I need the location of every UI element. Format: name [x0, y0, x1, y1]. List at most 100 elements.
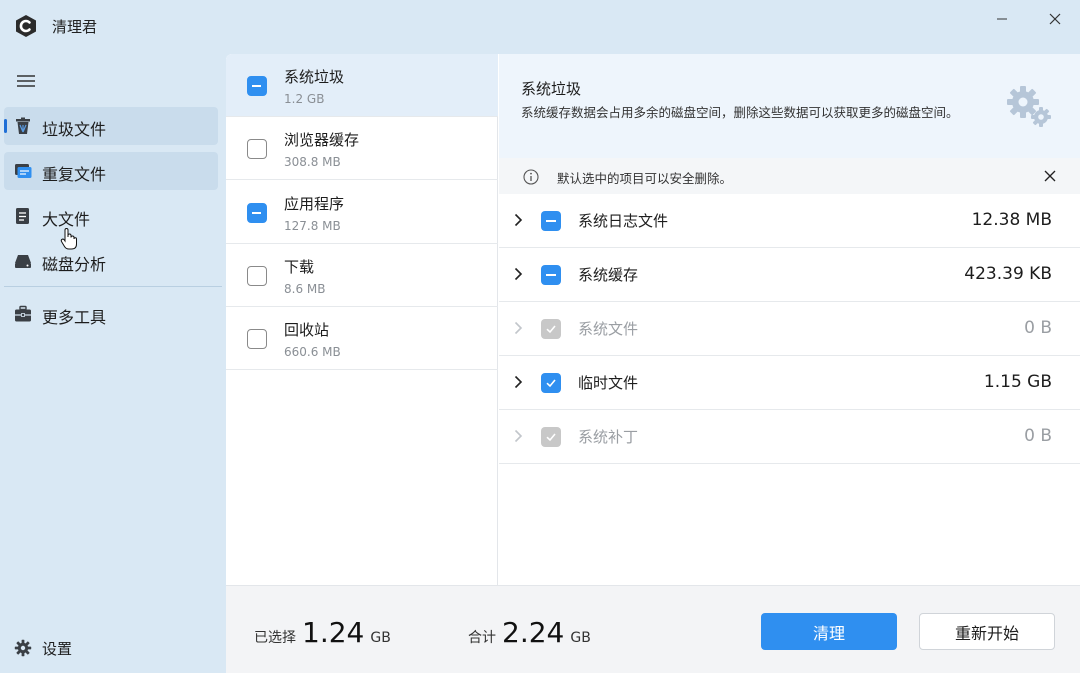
- row-size: 12.38 MB: [971, 210, 1052, 230]
- settings-label: 设置: [42, 640, 73, 658]
- info-icon: [523, 169, 539, 185]
- sidebar-item-junk-files[interactable]: 垃圾文件: [4, 107, 218, 145]
- check-icon: [546, 325, 556, 334]
- category-checkbox[interactable]: [247, 203, 267, 223]
- category-name: 应用程序: [284, 195, 345, 213]
- total-unit: GB: [570, 630, 591, 646]
- main-content: 系统垃圾 1.2 GB 浏览器缓存 308.8 MB 应用程序 127.8 MB…: [226, 54, 1080, 673]
- row-size: 0 B: [1024, 426, 1052, 446]
- category-size: 660.6 MB: [284, 345, 341, 359]
- category-list: 系统垃圾 1.2 GB 浏览器缓存 308.8 MB 应用程序 127.8 MB…: [226, 54, 498, 585]
- check-icon: [546, 379, 556, 388]
- chevron-right-icon: [514, 321, 523, 335]
- close-icon[interactable]: [1044, 170, 1056, 182]
- row-name: 系统日志文件: [578, 212, 669, 230]
- row-size: 1.15 GB: [983, 372, 1052, 392]
- disk-icon: [15, 255, 31, 268]
- row-name: 临时文件: [578, 374, 639, 392]
- category-checkbox[interactable]: [247, 329, 267, 349]
- detail-panel: 系统垃圾 系统缓存数据会占用多余的磁盘空间，删除这些数据可以获取更多的磁盘空间。: [499, 54, 1080, 585]
- clean-button[interactable]: 清理: [761, 613, 897, 650]
- hamburger-menu-icon[interactable]: [16, 73, 36, 89]
- trash-icon: [16, 117, 30, 134]
- total-value: 2.24: [502, 616, 565, 649]
- detail-description: 系统缓存数据会占用多余的磁盘空间，删除这些数据可以获取更多的磁盘空间。: [521, 105, 959, 120]
- sidebar-item-duplicate-files[interactable]: 重复文件: [4, 152, 218, 190]
- chevron-right-icon[interactable]: [513, 213, 523, 227]
- file-row[interactable]: 系统日志文件 12.38 MB: [499, 194, 1080, 248]
- info-text: 默认选中的项目可以安全删除。: [557, 171, 733, 186]
- total-stat: 合计 2.24 GB: [468, 616, 591, 649]
- row-checkbox[interactable]: [541, 265, 561, 285]
- info-bar: 默认选中的项目可以安全删除。: [499, 158, 1080, 194]
- sidebar-item-disk-analysis[interactable]: 磁盘分析: [4, 242, 218, 280]
- sidebar-item-large-files[interactable]: 大文件: [4, 197, 218, 235]
- row-checkbox: [541, 427, 561, 447]
- row-name: 系统缓存: [578, 266, 639, 284]
- close-window-button[interactable]: [1040, 8, 1070, 30]
- total-label: 合计: [468, 630, 496, 646]
- category-name: 回收站: [284, 321, 330, 339]
- category-size: 127.8 MB: [284, 219, 341, 233]
- large-file-icon: [16, 208, 29, 224]
- selected-value: 1.24: [302, 616, 365, 649]
- chevron-right-icon[interactable]: [513, 267, 523, 281]
- sidebar-item-more-tools[interactable]: 更多工具: [4, 295, 218, 333]
- row-name: 系统补丁: [578, 428, 639, 446]
- row-checkbox: [541, 319, 561, 339]
- chevron-right-icon[interactable]: [513, 375, 523, 389]
- category-name: 系统垃圾: [284, 68, 345, 86]
- category-item-recycle-bin[interactable]: 回收站 660.6 MB: [226, 307, 498, 370]
- selected-unit: GB: [370, 630, 391, 646]
- category-checkbox[interactable]: [247, 76, 267, 96]
- row-checkbox[interactable]: [541, 211, 561, 231]
- minimize-button[interactable]: [987, 8, 1017, 30]
- gear-icon: [14, 639, 32, 657]
- detail-title: 系统垃圾: [521, 80, 582, 98]
- category-item-system-junk[interactable]: 系统垃圾 1.2 GB: [226, 54, 498, 117]
- category-size: 1.2 GB: [284, 92, 325, 106]
- check-icon: [546, 433, 556, 442]
- app-window: 清理君 垃圾文件 重复文件 大文件 磁盘分析 更多工具 设置 系统垃圾 1.2 …: [0, 0, 1080, 673]
- row-checkbox[interactable]: [541, 373, 561, 393]
- toolbox-icon: [15, 305, 31, 322]
- active-indicator: [4, 119, 7, 133]
- chevron-right-icon: [514, 429, 523, 443]
- duplicate-files-icon: [15, 164, 32, 178]
- sidebar-item-label: 垃圾文件: [42, 120, 107, 139]
- file-row[interactable]: 临时文件 1.15 GB: [499, 356, 1080, 410]
- row-name: 系统文件: [578, 320, 639, 338]
- category-name: 浏览器缓存: [284, 131, 360, 149]
- category-item-applications[interactable]: 应用程序 127.8 MB: [226, 181, 498, 244]
- file-row: 系统文件 0 B: [499, 302, 1080, 356]
- close-icon: [1049, 13, 1061, 25]
- category-size: 8.6 MB: [284, 282, 326, 296]
- category-size: 308.8 MB: [284, 155, 341, 169]
- sidebar: 垃圾文件 重复文件 大文件 磁盘分析 更多工具 设置: [0, 54, 226, 673]
- file-row: 系统补丁 0 B: [499, 410, 1080, 464]
- selected-stat: 已选择 1.24 GB: [254, 616, 391, 649]
- hand-cursor-icon: [60, 228, 77, 250]
- category-checkbox[interactable]: [247, 139, 267, 159]
- row-size: 423.39 KB: [964, 264, 1052, 284]
- sidebar-item-label: 更多工具: [42, 308, 107, 327]
- category-item-browser-cache[interactable]: 浏览器缓存 308.8 MB: [226, 117, 498, 180]
- app-logo-icon: [16, 15, 36, 37]
- sidebar-divider: [4, 286, 222, 287]
- settings-button[interactable]: 设置: [4, 628, 218, 666]
- title-bar: 清理君: [0, 0, 1080, 54]
- category-checkbox[interactable]: [247, 266, 267, 286]
- gears-icon: [1007, 86, 1051, 127]
- sidebar-item-label: 重复文件: [42, 165, 107, 184]
- restart-button[interactable]: 重新开始: [919, 613, 1055, 650]
- detail-header: 系统垃圾 系统缓存数据会占用多余的磁盘空间，删除这些数据可以获取更多的磁盘空间。: [499, 54, 1080, 158]
- file-row[interactable]: 系统缓存 423.39 KB: [499, 248, 1080, 302]
- sidebar-item-label: 磁盘分析: [42, 255, 107, 274]
- sidebar-item-label: 大文件: [42, 210, 91, 229]
- minimize-icon: [997, 18, 1007, 20]
- category-item-downloads[interactable]: 下载 8.6 MB: [226, 244, 498, 307]
- selected-label: 已选择: [254, 630, 296, 646]
- app-title: 清理君: [52, 18, 98, 36]
- row-size: 0 B: [1024, 318, 1052, 338]
- footer-bar: 已选择 1.24 GB 合计 2.24 GB 清理 重新开始: [226, 585, 1080, 673]
